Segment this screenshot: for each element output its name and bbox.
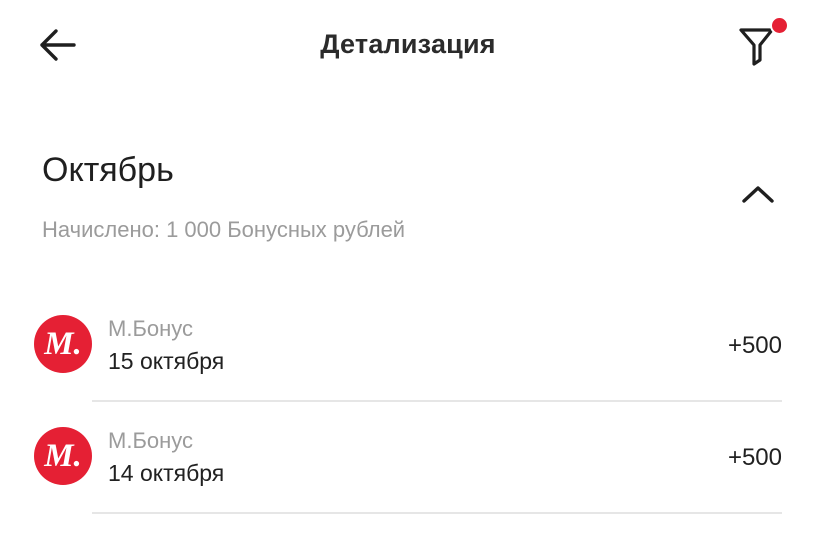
month-summary: Начислено: 1 000 Бонусных рублей [42, 217, 406, 242]
transaction-source: М.Бонус [108, 428, 194, 453]
page-title: Детализация [320, 29, 496, 59]
transaction-row[interactable]: М. М.Бонус 14 октября +500 [0, 402, 816, 514]
row-divider [92, 512, 782, 514]
app-header: Детализация [0, 0, 816, 92]
transaction-date: 15 октября [108, 348, 225, 374]
filter-button[interactable] [730, 16, 794, 72]
m-bonus-logo: М. [34, 427, 92, 485]
transaction-amount: +500 [727, 444, 782, 471]
transaction-date: 14 октября [108, 460, 225, 486]
transaction-list: М. М.Бонус 15 октября +500 М. М.Бонус 14… [0, 290, 816, 514]
collapse-month-button[interactable] [730, 174, 786, 214]
chevron-up-icon [742, 186, 774, 203]
transaction-amount: +500 [727, 332, 782, 359]
filter-active-badge [770, 16, 789, 35]
transaction-source: М.Бонус [108, 316, 194, 341]
m-bonus-logo: М. [34, 315, 92, 373]
transaction-row[interactable]: М. М.Бонус 15 октября +500 [0, 290, 816, 402]
month-title: Октябрь [42, 151, 174, 189]
